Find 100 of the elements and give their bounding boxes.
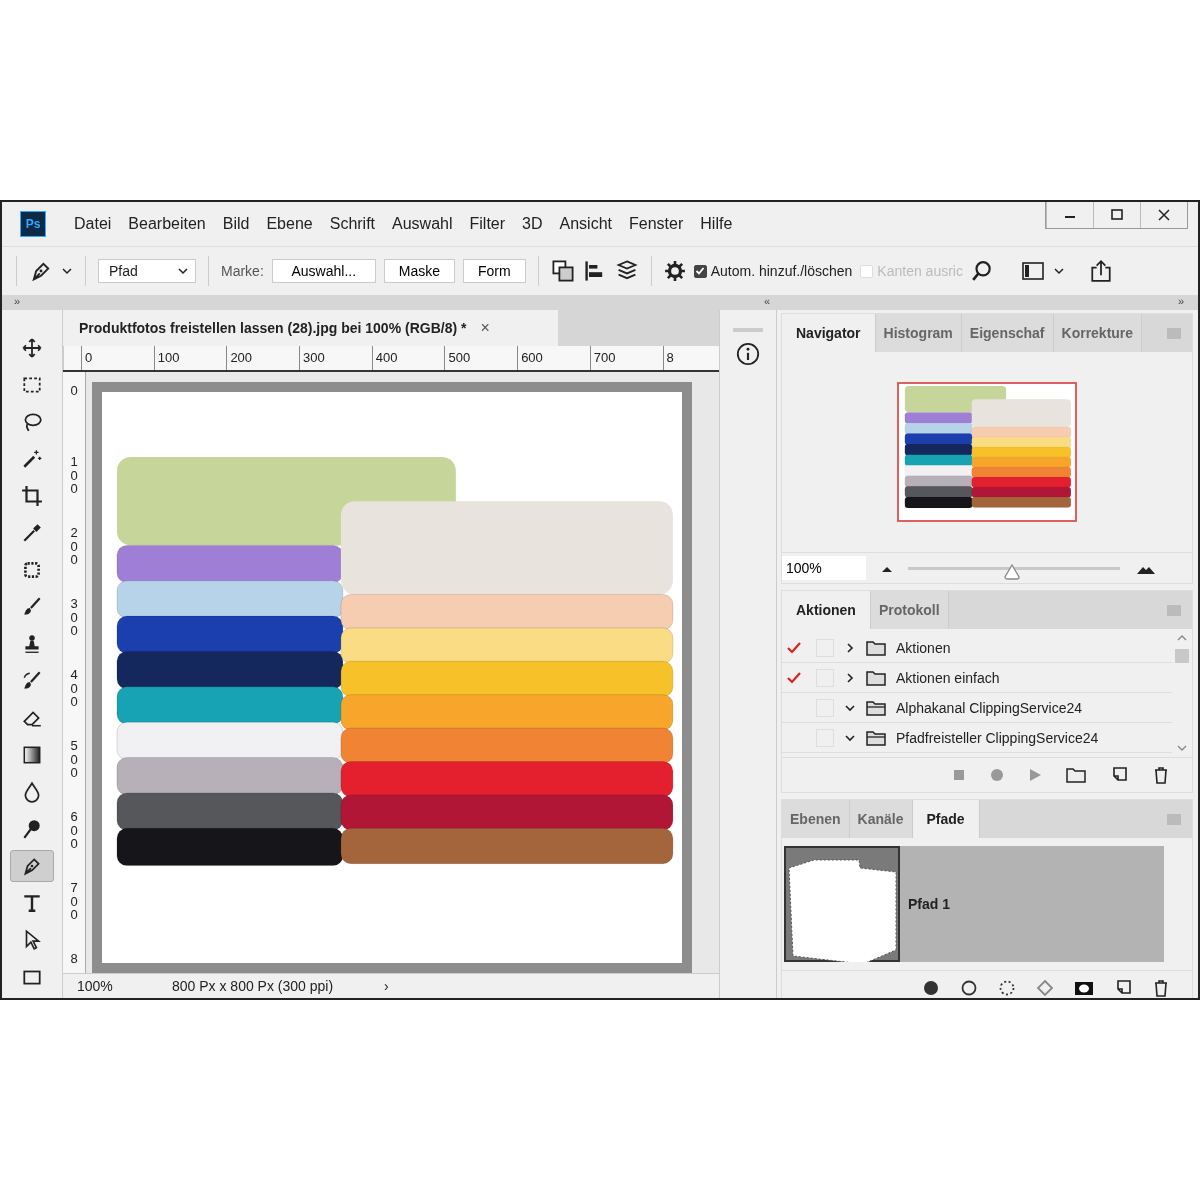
fill-path-icon[interactable] xyxy=(922,979,940,997)
folder-icon xyxy=(866,638,886,657)
document-info: 800 Px x 800 Px (300 ppi) xyxy=(172,978,335,994)
menu-item[interactable]: Fenster xyxy=(629,215,684,233)
ruler-label: 500 xyxy=(70,739,78,783)
ruler-label: 300 xyxy=(70,597,78,641)
add-mask-icon[interactable] xyxy=(1074,979,1094,997)
ruler-label: 200 xyxy=(226,346,300,370)
delete-path-icon[interactable] xyxy=(1152,979,1170,997)
crop-icon xyxy=(21,485,43,507)
maximize-icon[interactable] xyxy=(1109,207,1125,223)
close-tab-button[interactable]: × xyxy=(480,319,490,337)
chevron-right-icon[interactable] xyxy=(844,641,856,654)
panel-tab[interactable]: Protokoll xyxy=(870,591,949,629)
panel-tab[interactable]: Ebenen xyxy=(782,800,850,838)
menu-item[interactable]: Filter xyxy=(469,215,506,233)
zoom-field[interactable]: 100% xyxy=(782,556,866,580)
gradient-icon xyxy=(21,744,43,766)
check-icon[interactable] xyxy=(786,640,802,655)
move-icon xyxy=(21,337,43,359)
ruler-label: 100 xyxy=(153,346,227,370)
panel-tab[interactable]: Kanäle xyxy=(849,800,913,838)
auto-checkbox[interactable]: Autom. hinzuf./löschen xyxy=(693,263,853,279)
panel-tab[interactable]: Navigator xyxy=(782,314,876,352)
expand-toolbar-toggle[interactable]: » xyxy=(2,295,70,310)
menu-item[interactable]: Datei xyxy=(74,215,112,233)
chevron-right-icon[interactable] xyxy=(844,671,856,684)
brush-icon xyxy=(21,596,43,618)
scroll-down-icon[interactable] xyxy=(1176,743,1188,753)
trash-icon[interactable] xyxy=(1152,766,1170,784)
share-icon[interactable] xyxy=(1088,259,1113,283)
settings-icon[interactable] xyxy=(663,260,686,282)
zoom-slider-thumb[interactable] xyxy=(1002,563,1021,580)
ruler-label: 200 xyxy=(70,526,78,570)
workspace-icon[interactable] xyxy=(1020,260,1045,282)
menu-item[interactable]: Hilfe xyxy=(700,215,733,233)
pen-tool[interactable] xyxy=(10,850,54,882)
expand-panels-toggle[interactable]: » xyxy=(770,295,1198,310)
dodge-icon xyxy=(21,818,43,840)
path-operations-icon[interactable] xyxy=(550,259,575,283)
magic-wand-icon xyxy=(21,448,43,470)
menu-item[interactable]: Schrift xyxy=(329,215,376,233)
make-button[interactable]: Form xyxy=(463,259,526,283)
selection-from-path-icon[interactable] xyxy=(998,979,1016,997)
new-folder-icon[interactable] xyxy=(1066,766,1086,784)
menu-item[interactable]: Ansicht xyxy=(559,215,612,233)
ruler-label: 600 xyxy=(70,810,78,854)
caret-icon xyxy=(61,265,73,277)
action-set-label[interactable]: Aktionen einfach xyxy=(896,669,1000,686)
scrollbar-thumb[interactable] xyxy=(1175,649,1189,663)
caret-icon xyxy=(177,265,189,277)
collapse-panels-toggle[interactable]: « xyxy=(70,295,770,310)
menu-item[interactable]: Bearbeiten xyxy=(128,215,206,233)
menu-item[interactable]: Auswahl xyxy=(392,215,453,233)
dropdown-caret-icon xyxy=(1052,265,1065,277)
menu-item[interactable]: Ebene xyxy=(266,215,313,233)
path-name[interactable]: Pfad 1 xyxy=(908,896,950,912)
path-row[interactable]: Pfad 1 xyxy=(784,846,1164,962)
document-tab[interactable]: Produktfotos freistellen lassen (28).jpg bei 100% (RGB/8) * xyxy=(79,320,467,336)
close-icon[interactable] xyxy=(1156,207,1172,223)
panel-tab[interactable]: Eigenschaf xyxy=(961,314,1054,352)
ruler-label: 700 xyxy=(70,881,78,925)
menu-item[interactable]: Bild xyxy=(222,215,250,233)
action-set-label[interactable]: Alphakanal ClippingService24 xyxy=(896,699,1082,716)
make-button[interactable]: Auswahl... xyxy=(271,259,376,283)
ruler-label: 0 xyxy=(70,384,78,400)
mode-dropdown[interactable]: Pfad xyxy=(98,259,196,283)
action-set-label[interactable]: Pfadfreisteller ClippingService24 xyxy=(896,729,1099,746)
ruler-label: 8 xyxy=(662,346,736,370)
search-icon[interactable] xyxy=(970,260,993,282)
check-icon[interactable] xyxy=(786,670,802,685)
ruler-label: 700 xyxy=(589,346,663,370)
panel-tab[interactable]: Korrekture xyxy=(1053,314,1143,352)
eyedropper-icon xyxy=(21,522,43,544)
status-arrow[interactable]: › xyxy=(384,978,389,994)
new-item-icon[interactable] xyxy=(1110,766,1128,784)
ruler-label: 400 xyxy=(371,346,445,370)
ruler-label: 100 xyxy=(70,455,78,499)
type-icon xyxy=(21,892,43,914)
path-from-selection-icon[interactable] xyxy=(1036,979,1054,997)
stroke-path-icon[interactable] xyxy=(960,979,978,997)
zoom-level: 100% xyxy=(76,978,114,994)
menu-item[interactable]: 3D xyxy=(522,215,543,233)
app-logo: Ps xyxy=(20,211,46,237)
ruler-label: 400 xyxy=(70,668,78,712)
ruler-label: 300 xyxy=(299,346,372,370)
history-brush-icon xyxy=(21,670,43,692)
panel-tab[interactable]: Histogram xyxy=(875,314,962,352)
ruler-label: 8 xyxy=(70,952,78,968)
folder-icon xyxy=(866,728,886,747)
make-button[interactable]: Maske xyxy=(383,259,456,283)
folder-icon xyxy=(866,668,886,687)
ruler-label: 0 xyxy=(81,346,154,370)
new-path-icon[interactable] xyxy=(1114,979,1132,997)
action-set-label[interactable]: Aktionen xyxy=(896,639,951,656)
info-icon[interactable] xyxy=(736,342,760,366)
panel-tab[interactable]: Pfade xyxy=(912,800,980,838)
checkmark-icon xyxy=(695,266,706,276)
scroll-up-icon[interactable] xyxy=(1176,633,1188,643)
panel-tab[interactable]: Aktionen xyxy=(782,591,871,629)
